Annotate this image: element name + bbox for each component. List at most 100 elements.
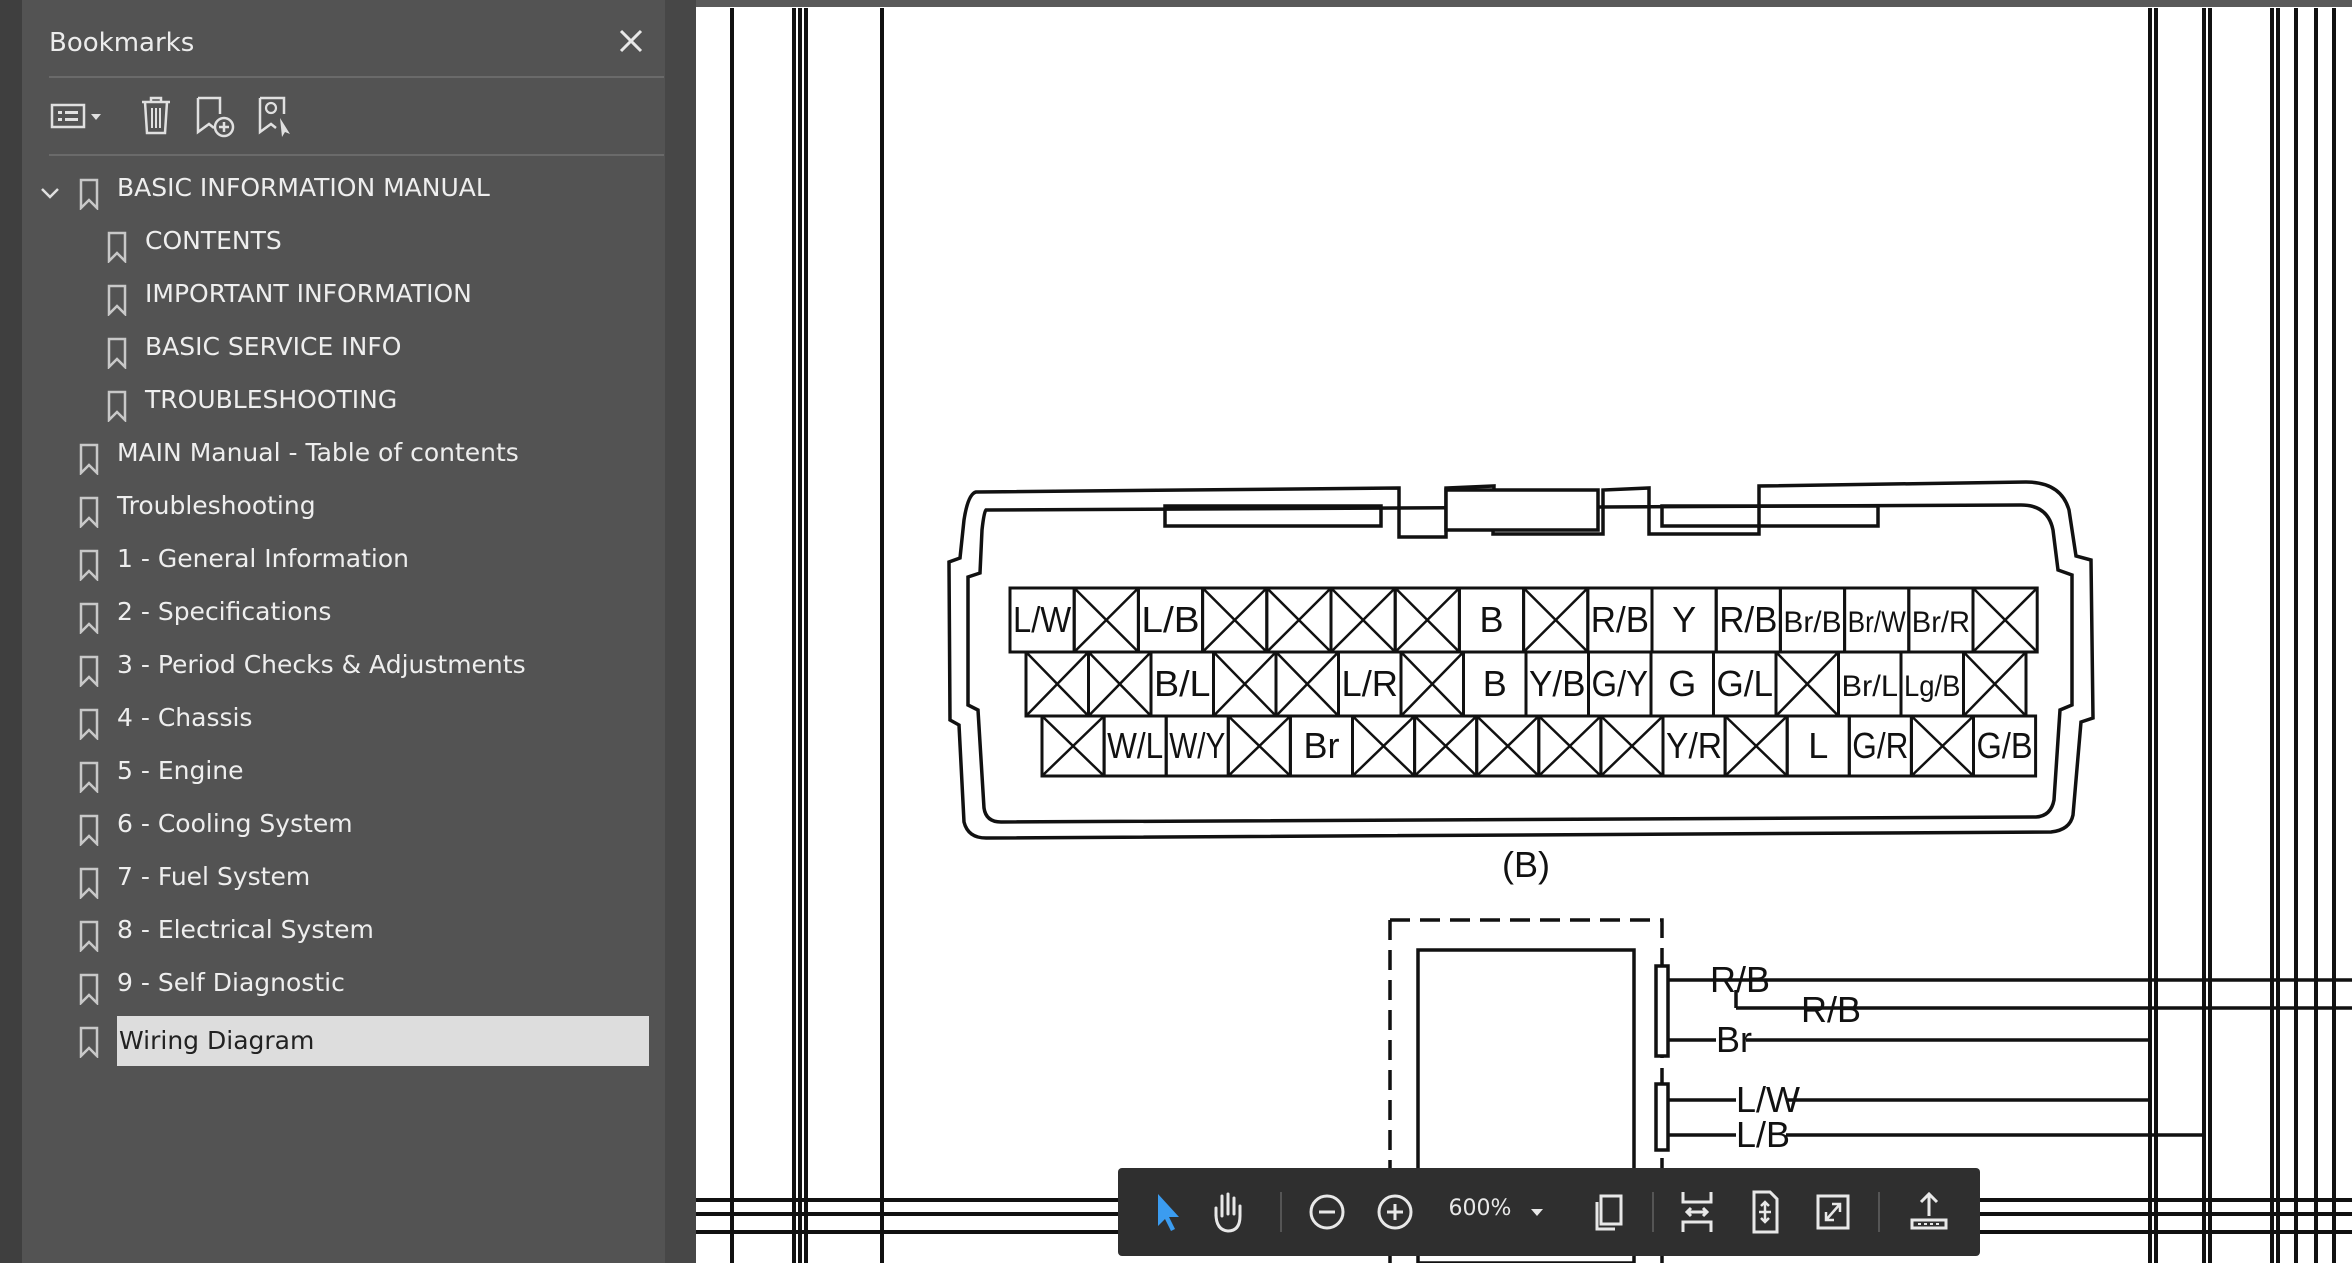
pin-label: B: [1479, 599, 1503, 640]
empty-pin-mark: [1522, 587, 1589, 653]
bookmark-icon: [78, 655, 100, 689]
bookmark-icon: [78, 1026, 100, 1060]
bookmark-item[interactable]: 8 - Electrical System: [22, 908, 665, 961]
pin-label: Y/B: [1529, 663, 1586, 704]
separator: [1878, 1192, 1880, 1232]
bookmark-item[interactable]: IMPORTANT INFORMATION: [22, 272, 665, 325]
bookmark-icon: [78, 496, 100, 530]
wire-label: Br: [1716, 1019, 1752, 1060]
bookmark-icon: [78, 708, 100, 742]
empty-pin-mark: [1775, 651, 1840, 717]
bookmark-item[interactable]: 3 - Period Checks & Adjustments: [22, 643, 665, 696]
bookmark-icon: [106, 390, 128, 424]
bookmark-item[interactable]: 1 - General Information: [22, 537, 665, 590]
wire-label: R/B: [1710, 959, 1770, 1000]
empty-pin-mark: [1475, 715, 1540, 777]
empty-pin-mark: [1275, 651, 1340, 717]
empty-pin-mark: [1910, 715, 1975, 777]
empty-pin-mark: [1265, 587, 1332, 653]
empty-pin-mark: [1600, 715, 1664, 777]
pin-label: Br: [1303, 725, 1339, 766]
document-view[interactable]: L/W L/B B R/B Y R/B Br/B Br/W Br/R B/L L/R B Y/B G/Y G…: [696, 0, 2352, 1263]
bookmark-item[interactable]: 7 - Fuel System: [22, 855, 665, 908]
pin-label: Br/R: [1912, 606, 1970, 639]
bookmark-item[interactable]: BASIC INFORMATION MANUAL: [22, 166, 665, 219]
bookmark-icon: [78, 867, 100, 901]
bookmark-label: 2 - Specifications: [117, 597, 332, 626]
pin-label: Br/B: [1783, 606, 1841, 639]
bookmark-label: Troubleshooting: [117, 491, 316, 520]
bookmark-label: 5 - Engine: [117, 756, 244, 785]
fit-width-icon[interactable]: [1674, 1186, 1720, 1238]
pin-label: G/L: [1717, 663, 1774, 704]
bookmark-icon: [78, 761, 100, 795]
panel-splitter[interactable]: [665, 0, 1350, 1263]
chevron-down-icon[interactable]: [35, 178, 65, 208]
left-rail: [0, 0, 22, 1263]
bookmark-icon: [78, 602, 100, 636]
bookmark-item[interactable]: BASIC SERVICE INFO: [22, 325, 665, 378]
select-tool-icon[interactable]: [1144, 1186, 1190, 1238]
bookmark-icon: [106, 231, 128, 265]
share-icon[interactable]: [1904, 1186, 1954, 1238]
bookmark-icon: [106, 337, 128, 371]
bookmark-label: MAIN Manual - Table of contents: [117, 438, 519, 467]
bookmark-item[interactable]: Wiring Diagram: [22, 1014, 665, 1067]
bookmark-icon: [78, 549, 100, 583]
bookmarks-panel: Bookmarks BASIC INFORMATION MANUAL CONTE…: [22, 0, 665, 1263]
bookmark-icon: [78, 814, 100, 848]
bookmark-icon: [78, 973, 100, 1007]
empty-pin-mark: [1025, 651, 1090, 717]
wire-label: L/B: [1736, 1114, 1790, 1155]
pin-label: G/R: [1852, 725, 1908, 766]
bookmark-item[interactable]: MAIN Manual - Table of contents: [22, 431, 665, 484]
zoom-in-icon[interactable]: [1372, 1186, 1418, 1238]
bookmark-label: Wiring Diagram: [117, 1016, 649, 1066]
bookmark-icon: [78, 443, 100, 477]
bookmark-item[interactable]: Troubleshooting: [22, 484, 665, 537]
fit-page-icon[interactable]: [1742, 1186, 1788, 1238]
bookmark-item[interactable]: TROUBLESHOOTING: [22, 378, 665, 431]
bookmark-label: TROUBLESHOOTING: [145, 385, 398, 414]
page-display-icon[interactable]: [1586, 1186, 1632, 1238]
bookmark-item[interactable]: 2 - Specifications: [22, 590, 665, 643]
bookmark-label: 3 - Period Checks & Adjustments: [117, 650, 526, 679]
bookmark-label: 8 - Electrical System: [117, 915, 374, 944]
chevron-down-icon[interactable]: [1526, 1202, 1548, 1222]
bookmark-item[interactable]: CONTENTS: [22, 219, 665, 272]
bookmark-tree: BASIC INFORMATION MANUAL CONTENTS IMPORTAN…: [22, 0, 665, 1263]
pin-label: Y/R: [1666, 725, 1722, 766]
bookmark-icon: [78, 178, 100, 212]
empty-pin-mark: [1394, 587, 1461, 653]
bookmark-item[interactable]: 5 - Engine: [22, 749, 665, 802]
wiring-diagram: L/W L/B B R/B Y R/B Br/B Br/W Br/RB/L L/R B Y/B G/Y G…: [696, 8, 2352, 1263]
bookmark-item[interactable]: 6 - Cooling System: [22, 802, 665, 855]
pin-label: R/B: [1719, 599, 1777, 640]
empty-pin-mark: [1537, 715, 1602, 777]
empty-pin-mark: [1041, 715, 1105, 777]
empty-pin-mark: [1227, 715, 1292, 777]
pin-label: Y: [1672, 599, 1696, 640]
bookmark-item[interactable]: 9 - Self Diagnostic: [22, 961, 665, 1014]
pin-label: L/W: [1013, 599, 1071, 640]
document-top-edge: [696, 0, 2352, 7]
bookmark-icon: [78, 920, 100, 954]
pin-label: B/L: [1154, 663, 1211, 704]
bookmark-label: 9 - Self Diagnostic: [117, 968, 345, 997]
empty-pin-mark: [1330, 587, 1397, 653]
bookmark-item[interactable]: 4 - Chassis: [22, 696, 665, 749]
floating-toolbar: 600%: [1118, 1168, 1980, 1256]
pin-label: L/B: [1141, 599, 1199, 640]
pin-label: L: [1808, 725, 1828, 766]
empty-pin-mark: [1972, 587, 2039, 653]
pin-label: G: [1668, 663, 1696, 704]
full-screen-icon[interactable]: [1810, 1186, 1856, 1238]
empty-pin-mark: [1413, 715, 1478, 777]
pin-label: G/B: [1977, 725, 2033, 766]
separator: [1280, 1192, 1282, 1232]
zoom-out-icon[interactable]: [1304, 1186, 1350, 1238]
pin-label: B: [1483, 663, 1507, 704]
hand-tool-icon[interactable]: [1204, 1186, 1250, 1238]
empty-pin-mark: [1201, 587, 1268, 653]
zoom-level-input[interactable]: 600%: [1440, 1196, 1520, 1221]
